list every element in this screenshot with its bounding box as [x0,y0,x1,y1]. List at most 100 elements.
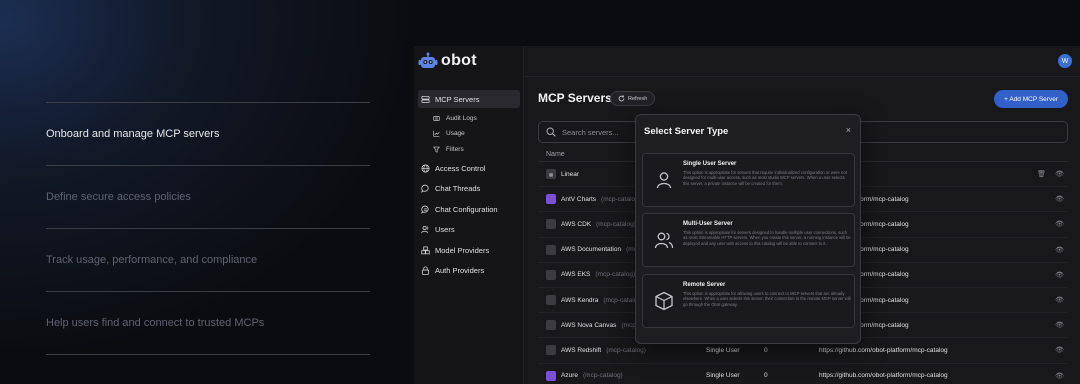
column-header-name: Name [546,151,565,158]
avatar[interactable]: W [1058,54,1072,68]
option-description: This option is appropriate for allowing … [683,291,851,307]
eye-icon[interactable]: 👁 [1055,246,1064,254]
search-placeholder: Search servers... [562,127,619,137]
add-mcp-server-button[interactable]: + Add MCP Server [994,90,1068,108]
sidebar-item-filters[interactable]: Filters [418,142,520,158]
sidebar-item-model-providers[interactable]: Model Providers [418,241,520,259]
server-name-cell: AntV Charts (mcp-catalog) [546,194,641,205]
box-icon [655,291,673,311]
option-title: Single User Server [683,161,737,167]
server-name: AWS EKS [561,271,591,279]
eye-icon[interactable]: 👁 [1055,372,1064,380]
eye-icon[interactable]: 👁 [1055,220,1064,228]
sidebar-item-audit-logs[interactable]: Audit Logs [418,111,520,127]
sidebar-item-auth-providers[interactable]: Auth Providers [418,262,520,280]
close-icon[interactable]: × [846,125,851,135]
sidebar-item-users[interactable]: Users [418,221,520,239]
user-icon [656,172,672,189]
cubes-icon [421,245,430,255]
option-remote-server[interactable]: Remote Server This option is appropriate… [642,274,855,328]
filter-icon [432,145,441,154]
feature-label: Onboard and manage MCP servers [46,128,220,140]
server-catalog: (mcp-catalog) [595,271,636,279]
users-icon [421,225,430,234]
users-group-icon [654,232,674,249]
option-description: This option is appropriate for servers d… [683,230,851,246]
server-name-cell: ▤ Linear [546,169,584,180]
server-catalog: (mcp-catalog) [606,346,646,354]
sidebar-item-label: Access Control [435,163,486,173]
sidebar-item-label: Users [435,225,455,234]
server-name-cell: AWS CDK (mcp-catalog) [546,219,636,230]
server-url: https://github.com/obot-platform/mcp-cat… [819,346,948,354]
robot-logo-icon [418,52,438,68]
server-name: AntV Charts [561,195,597,203]
server-name: AWS Nova Canvas [561,321,617,329]
refresh-button[interactable]: Refresh [610,91,656,106]
server-type: Single User [706,346,740,354]
server-name-cell: AWS EKS (mcp-catalog) [546,269,636,280]
chat-icon [421,184,430,193]
chart-icon [432,129,441,138]
server-name: Azure [561,372,578,380]
sidebar-item-usage[interactable]: Usage [418,126,520,142]
eye-icon[interactable]: 👁 [1055,170,1064,178]
eye-icon[interactable]: 👁 [1055,195,1064,203]
server-icon [421,95,430,104]
server-logo-icon [546,370,556,381]
sidebar-item-access-control[interactable]: Access Control [418,159,520,177]
server-name: AWS Kendra [561,296,599,304]
eye-icon[interactable]: 👁 [1055,296,1064,304]
feature-label: Define secure access policies [46,191,191,203]
eye-icon[interactable]: 👁 [1055,321,1064,329]
feature-item-onboard[interactable]: Onboard and manage MCP servers [46,102,370,165]
sidebar-item-chat-threads[interactable]: Chat Threads [418,180,520,198]
feature-item-policies[interactable]: Define secure access policies [46,165,370,228]
feature-label: Track usage, performance, and compliance [46,254,258,266]
server-catalog: (mcp-catalog) [582,372,623,380]
option-description: This option is appropriate for servers t… [683,170,847,186]
option-single-user-server[interactable]: Single User Server This option is approp… [642,153,855,207]
option-title: Multi-User Server [683,221,733,227]
server-name: AWS Documentation [561,246,622,254]
server-logo-icon [546,295,556,306]
logo-text: obot [441,52,477,69]
globe-icon [421,163,430,173]
server-count: 0 [764,346,768,354]
server-logo-icon [546,244,556,255]
trash-icon[interactable]: 🗑 [1037,170,1046,178]
eye-icon[interactable]: 👁 [1055,271,1064,279]
feature-item-usage[interactable]: Track usage, performance, and compliance [46,228,370,291]
sidebar-item-label: Usage [446,130,465,138]
feature-label: Help users find and connect to trusted M… [46,317,265,329]
server-count: 0 [764,372,768,380]
server-logo-icon [546,345,556,356]
server-name: AWS Redshift [561,346,602,354]
select-server-type-modal: Select Server Type × Single User Server … [635,114,861,344]
sidebar-item-label: Chat Configuration [435,204,498,214]
option-title: Remote Server [683,282,726,288]
sidebar-item-mcp-servers[interactable]: MCP Servers [418,90,520,108]
server-name-cell: AWS Redshift (mcp-catalog) [546,345,646,356]
sidebar-item-chat-configuration[interactable]: Chat Configuration [418,200,520,218]
sidebar: obot MCP Servers Audit Logs Usage Filter… [414,46,524,384]
server-logo-icon [546,320,556,331]
table-row[interactable]: Azure (mcp-catalog) Single User 0 https:… [538,364,1068,384]
feature-item-discover[interactable]: Help users find and connect to trusted M… [46,291,370,354]
server-name-cell: AWS Kendra (mcp-catalog) [546,295,643,306]
modal-title: Select Server Type [644,126,729,137]
server-name: Linear [561,170,580,178]
logo[interactable]: obot [418,52,477,70]
sidebar-item-label: Model Providers [435,245,490,255]
option-multi-user-server[interactable]: Multi-User Server This option is appropr… [642,213,855,267]
eye-icon[interactable]: 👁 [1055,346,1064,354]
sidebar-item-label: Filters [446,145,464,153]
sidebar-item-label: MCP Servers [435,94,480,104]
server-logo-icon: ▤ [546,169,556,180]
sidebar-item-label: Audit Logs [446,114,477,122]
lock-icon [421,266,430,275]
search-icon [546,127,556,137]
server-catalog: (mcp-catalog) [596,220,636,228]
refresh-icon [618,95,625,102]
list-icon [432,114,441,123]
